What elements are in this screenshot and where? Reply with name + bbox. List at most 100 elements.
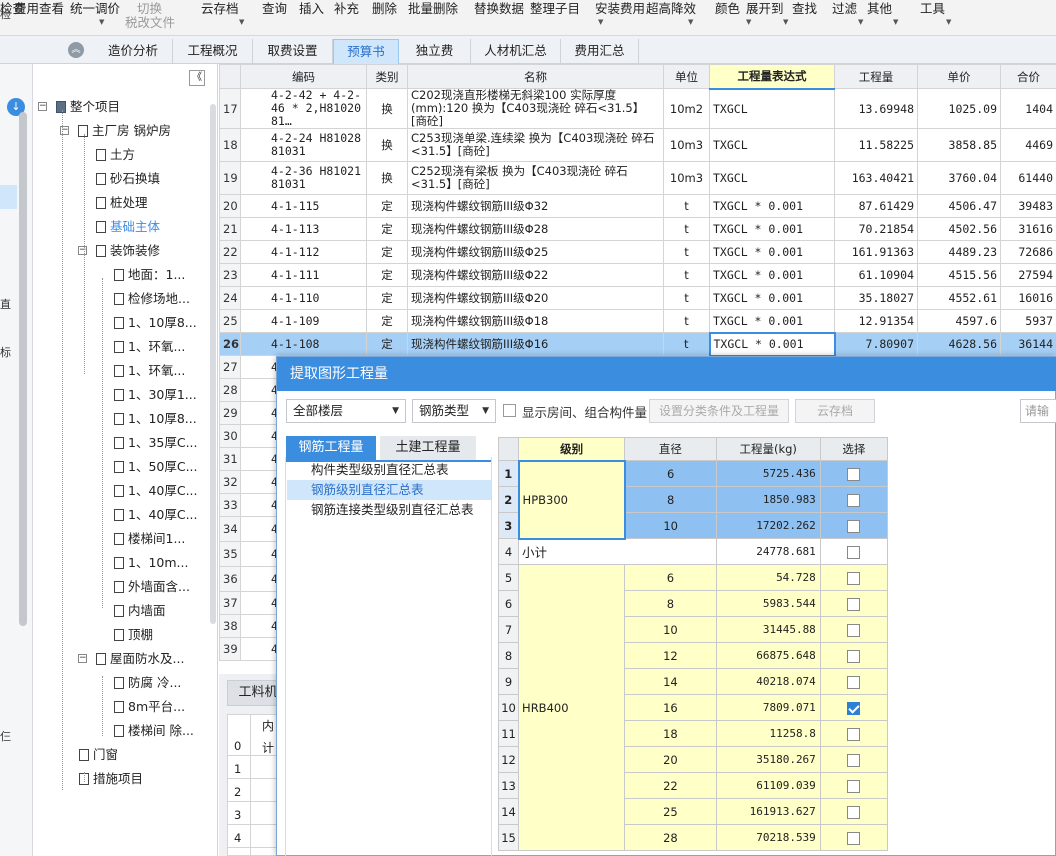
select-checkbox[interactable] [847,467,861,481]
cell-name[interactable]: 现浇构件螺纹钢筋III级Φ16 [407,332,664,356]
toolbar-fee-view[interactable]: 费用查看 [14,0,64,17]
select-checkbox[interactable] [847,493,861,507]
cell-select[interactable] [819,772,888,799]
cell-diameter[interactable]: 8 [624,486,717,513]
tree-item[interactable]: 门窗 [79,744,118,766]
cloud-save-button[interactable]: 云存档 [795,399,875,423]
cell-diameter[interactable]: 18 [624,720,717,747]
tree-item[interactable]: 地面：1... [114,264,185,286]
cell-select[interactable] [819,564,888,591]
column-header[interactable]: 工程量(kg) [715,437,821,461]
toolbar-find[interactable]: 查找 [792,0,817,17]
select-checkbox[interactable] [847,727,861,741]
cell-expr[interactable]: TXGCL * 0.001 [709,240,835,264]
tab-labor-material[interactable]: 人材机汇总 [471,39,561,64]
cell-select[interactable] [819,512,888,539]
cell-quantity[interactable]: 1850.983 [715,486,821,513]
select-checkbox[interactable] [847,597,861,611]
cell-diameter[interactable]: 14 [624,668,717,695]
tree-item[interactable]: 1、10m... [114,552,188,574]
cell-quantity[interactable]: 11258.8 [715,720,821,747]
cell-select[interactable] [819,538,888,565]
cell-total[interactable]: 4469 [1000,128,1056,162]
cell-name[interactable]: 现浇构件螺纹钢筋III级Φ32 [407,194,664,218]
floor-select[interactable]: 全部楼层 ▼ [286,399,406,423]
cell-name[interactable]: C252现浇有梁板 换为【C403现浇砼 碎石<31.5】[商砼] [407,161,664,195]
cell-name[interactable]: C253现浇单梁.连续梁 换为【C403现浇砼 碎石<31.5】[商砼] [407,128,664,162]
cell-unit[interactable]: t [663,240,710,264]
cell-expr[interactable]: TXGCL * 0.001 [709,309,835,333]
report-item[interactable]: 构件类型级别直径汇总表 [287,460,491,480]
tree-item[interactable]: 外墙面含... [114,576,190,598]
cell-price[interactable]: 3858.85 [917,128,1001,162]
cell-expr[interactable]: TXGCL * 0.001 [709,217,835,241]
tree-item[interactable]: 措施项目 [79,768,143,790]
toolbar-delete[interactable]: 删除 [372,0,397,17]
column-header[interactable]: 类别 [366,64,408,89]
select-checkbox[interactable] [847,779,861,793]
cell-total[interactable]: 16016 [1000,286,1056,310]
select-checkbox[interactable] [847,571,861,585]
cell-total[interactable]: 5937 [1000,309,1056,333]
tree-item[interactable]: 主厂房 锅炉房 [78,120,171,142]
cell-total[interactable]: 27594 [1000,263,1056,287]
select-checkbox[interactable] [847,675,861,689]
cell-diameter[interactable]: 20 [624,746,717,773]
cell-unit[interactable]: 10m3 [663,161,710,195]
table-row[interactable]: 20 4-1-115 定现浇构件螺纹钢筋III级Φ32 t TXGCL * 0.001 8… [219,194,1056,218]
select-checkbox[interactable] [847,701,861,715]
select-checkbox[interactable] [847,831,861,845]
tree-scrollbar[interactable] [210,104,216,624]
toolbar-tax-file[interactable]: 税改文件 [125,12,175,31]
cell-diameter[interactable]: 10 [624,512,717,539]
cell-total[interactable]: 36144 [1000,332,1056,356]
cell-price[interactable]: 4502.56 [917,217,1001,241]
cell-qty[interactable]: 70.21854 [834,217,918,241]
tree-item[interactable]: 桩处理 [96,192,148,214]
tree-item[interactable]: 1、50厚C... [114,456,198,478]
collapse-up-icon[interactable]: ︽ [68,42,84,58]
column-header[interactable]: 工程量表达式 [709,64,835,90]
column-header[interactable]: 单价 [917,64,1001,89]
cell-type[interactable]: 定 [366,332,408,356]
cell-code[interactable]: 4-1-111 [240,263,367,287]
nav-strip-highlight[interactable] [0,185,17,209]
cell-expr[interactable]: TXGCL [709,88,835,129]
column-header[interactable]: 编码 [240,64,367,89]
tree-item[interactable]: 1、环氧... [114,360,185,382]
cell-select[interactable] [819,746,888,773]
tree-item[interactable]: 检修场地... [114,288,190,310]
cell-code[interactable]: 4-1-110 [240,286,367,310]
nav-strip-scrollbar[interactable] [19,112,27,626]
select-checkbox[interactable] [847,519,861,533]
toolbar-batch-delete[interactable]: 批量删除 [408,0,458,17]
column-header[interactable]: 直径 [624,437,717,461]
cell-total[interactable]: 39483 [1000,194,1056,218]
cell-diameter[interactable]: 8 [624,590,717,617]
cell-code[interactable]: 4-2-42 + 4-2-46 * 2,H81020 81… [240,88,367,129]
cell-qty[interactable]: 61.10904 [834,263,918,287]
cell-code[interactable]: 4-2-36 H81021 81031 [240,161,367,195]
tree-expand-toggle[interactable]: − [38,102,47,111]
cell-grade[interactable]: HRB400 [518,564,626,851]
select-checkbox[interactable] [847,753,861,767]
tree-item[interactable]: 1、40厚C... [114,504,198,526]
cell-name[interactable]: 现浇构件螺纹钢筋III级Φ20 [407,286,664,310]
search-input[interactable]: 请输入 [1020,399,1056,423]
cell-qty[interactable]: 161.91363 [834,240,918,264]
cell-name[interactable]: 现浇构件螺纹钢筋III级Φ18 [407,309,664,333]
toolbar-install-fee[interactable]: 安装费用 [595,0,645,17]
cell-grade[interactable]: 小计 [518,538,717,565]
cell-code[interactable]: 4-1-109 [240,309,367,333]
cell-unit[interactable]: t [663,286,710,310]
report-item[interactable]: 钢筋连接类型级别直径汇总表 [287,500,491,520]
toolbar-cloud-save[interactable]: 云存档 [201,0,239,17]
cell-unit[interactable]: 10m2 [663,88,710,129]
cell-unit[interactable]: t [663,217,710,241]
cell-quantity[interactable]: 24778.681 [715,538,821,565]
cell-type[interactable]: 定 [366,263,408,287]
cell-total[interactable]: 1404 [1000,88,1056,129]
cell-qty[interactable]: 12.91354 [834,309,918,333]
tab-project-overview[interactable]: 工程概况 [173,39,253,64]
cell-qty[interactable]: 35.18027 [834,286,918,310]
